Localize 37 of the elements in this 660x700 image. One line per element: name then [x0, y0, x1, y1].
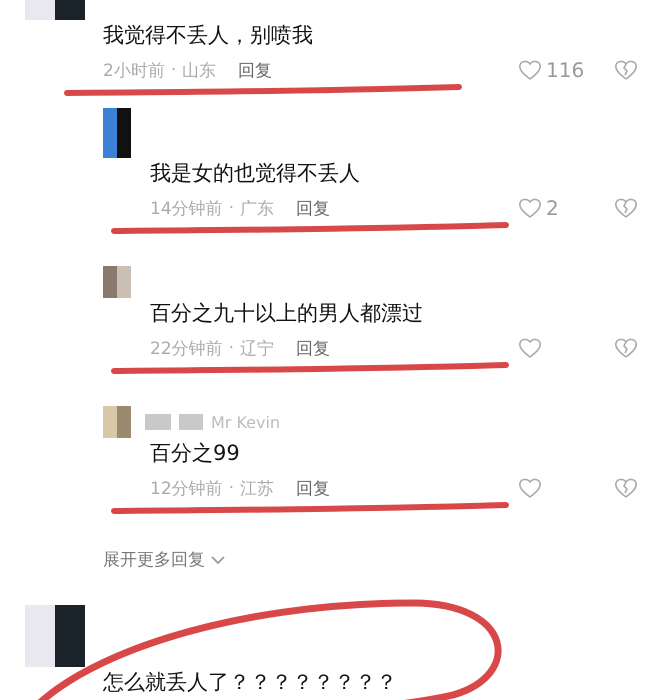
username: Mr Kevin: [211, 412, 280, 432]
separator-dot: ·: [170, 60, 176, 80]
reply-link[interactable]: 回复: [296, 336, 330, 360]
separator-dot: ·: [228, 478, 234, 498]
heart-icon[interactable]: [518, 477, 542, 499]
comment-location: 广东: [240, 198, 274, 220]
broken-heart-icon[interactable]: [614, 197, 638, 219]
comment-location: 江苏: [240, 478, 274, 500]
comment-text: 我觉得不丢人，别喷我: [103, 22, 314, 49]
comment-time: 22分钟前: [150, 338, 223, 360]
comment-location: 山东: [182, 60, 216, 82]
blurred-name: [145, 414, 171, 430]
separator-dot: ·: [228, 338, 234, 358]
broken-heart-icon[interactable]: [614, 59, 638, 81]
broken-heart-icon[interactable]: [614, 477, 638, 499]
expand-replies-button[interactable]: 展开更多回复: [103, 548, 225, 571]
like-count: 116: [546, 58, 584, 82]
comment-time: 14分钟前: [150, 198, 223, 220]
heart-icon[interactable]: [518, 59, 542, 81]
avatar[interactable]: [25, 605, 85, 667]
broken-heart-icon[interactable]: [614, 337, 638, 359]
comment-time: 12分钟前: [150, 478, 223, 500]
comment-text: 怎么就丢人了？？？？？？？？: [103, 669, 398, 696]
chevron-down-icon: [211, 554, 225, 564]
blurred-name: [179, 414, 203, 430]
reply-link[interactable]: 回复: [296, 196, 330, 220]
reply-link[interactable]: 回复: [296, 476, 330, 500]
reply-link[interactable]: 回复: [238, 58, 272, 82]
like-count: 2: [546, 196, 559, 220]
comment-time: 2小时前: [103, 60, 165, 82]
separator-dot: ·: [228, 198, 234, 218]
heart-icon[interactable]: [518, 337, 542, 359]
comment-text: 我是女的也觉得不丢人: [150, 160, 361, 187]
heart-icon[interactable]: [518, 197, 542, 219]
comment-text: 百分之九十以上的男人都漂过: [150, 300, 424, 327]
comment-text: 百分之99: [150, 440, 241, 467]
comment-location: 辽宁: [240, 338, 274, 360]
